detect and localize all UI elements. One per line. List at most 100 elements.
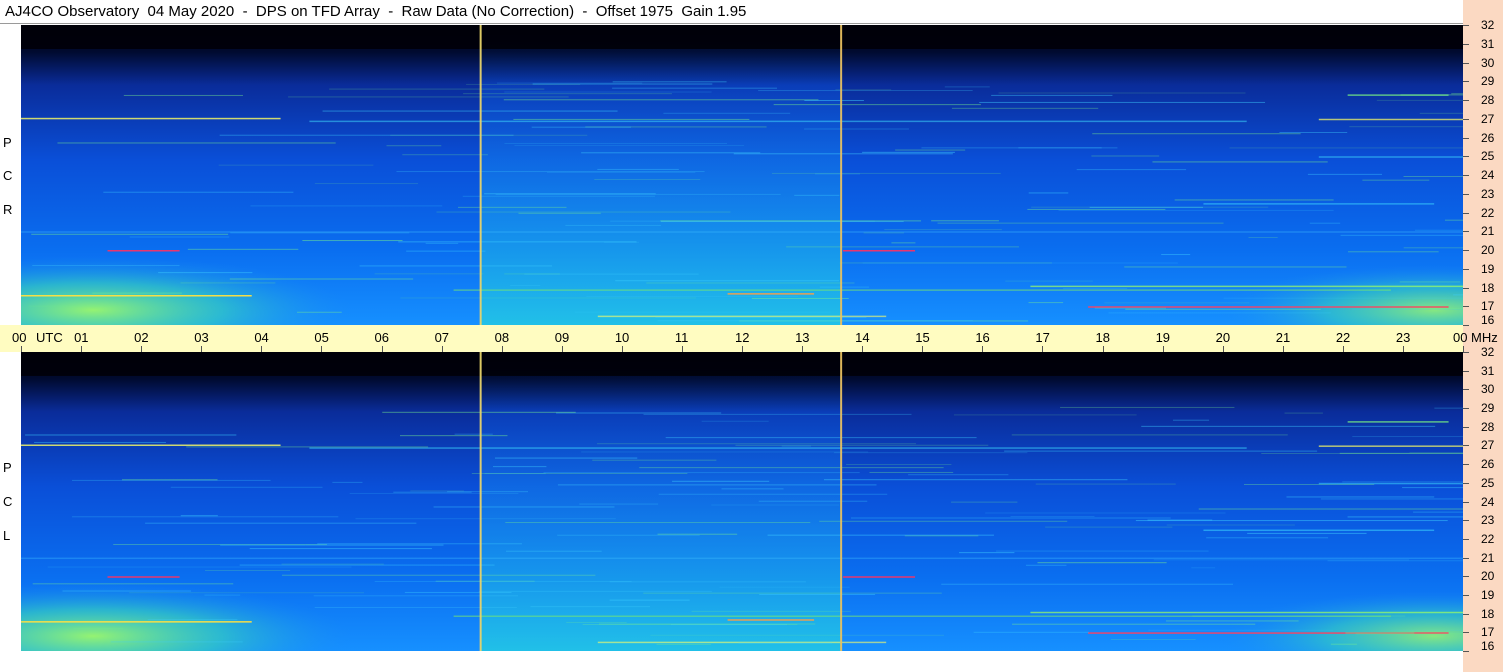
utc-tick-mark	[81, 346, 82, 352]
utc-tick-mark	[382, 346, 383, 352]
frequency-tick-label: 21	[1481, 550, 1495, 565]
utc-tick-mark	[201, 346, 202, 352]
frequency-tick-label: 25	[1481, 149, 1495, 164]
utc-tick-mark	[742, 346, 743, 352]
mhz-axis-label: MHz	[1471, 330, 1498, 345]
frequency-tick-mark	[1463, 427, 1469, 428]
frequency-tick-mark	[1463, 63, 1469, 64]
frequency-tick-label: 28	[1481, 93, 1495, 107]
utc-tick-label: 07	[434, 330, 450, 345]
frequency-tick-mark	[1463, 175, 1469, 176]
lcp-letter-c: C	[3, 494, 13, 509]
utc-tick-label: 15	[915, 330, 930, 345]
lcp-letter-l: L	[3, 528, 11, 543]
rcp-letter-c: C	[3, 168, 13, 183]
utc-tick-label: 11	[674, 330, 689, 345]
frequency-tick-label: 28	[1481, 419, 1495, 434]
utc-tick-mark	[1283, 346, 1284, 352]
frequency-tick-label: 17	[1481, 625, 1495, 640]
frequency-tick-mark	[1463, 595, 1469, 596]
utc-tick-label: 08	[494, 330, 510, 345]
utc-tick-mark	[1223, 346, 1224, 352]
lcp-letter-p: P	[3, 460, 12, 475]
frequency-tick-label: 20	[1481, 569, 1495, 584]
utc-tick-label: 21	[1275, 330, 1291, 345]
frequency-tick-label: 26	[1481, 457, 1495, 472]
frequency-tick-label: 16	[1481, 639, 1495, 653]
utc-tick-mark	[502, 346, 503, 352]
frequency-tick-mark	[1463, 389, 1469, 390]
frequency-tick-mark	[1463, 119, 1469, 120]
frequency-tick-label: 30	[1481, 382, 1495, 397]
frequency-tick-label: 18	[1481, 606, 1495, 621]
utc-tick-mark	[922, 346, 923, 352]
utc-tick-mark	[1343, 346, 1344, 352]
frequency-tick-label: 26	[1481, 130, 1495, 145]
lcp-spectrogram	[21, 352, 1463, 651]
frequency-tick-label: 22	[1481, 531, 1495, 546]
frequency-tick-mark	[1463, 614, 1469, 615]
utc-tick-label: 03	[194, 330, 209, 345]
frequency-tick-label: 17	[1481, 299, 1495, 314]
utc-tick-label: 05	[314, 330, 329, 345]
frequency-tick-mark	[1463, 464, 1469, 465]
frequency-tick-mark	[1463, 325, 1469, 326]
utc-tick-label: 23	[1395, 330, 1411, 345]
frequency-tick-label: 31	[1481, 363, 1495, 378]
frequency-tick-mark	[1463, 194, 1469, 195]
frequency-tick-mark	[1463, 352, 1469, 353]
frequency-tick-mark	[1463, 269, 1469, 270]
frequency-tick-label: 21	[1481, 224, 1495, 239]
frequency-tick-mark	[1463, 520, 1469, 521]
utc-tick-label: 06	[374, 330, 389, 345]
frequency-tick-mark	[1463, 100, 1469, 101]
utc-time-axis	[0, 325, 1463, 352]
utc-tick-label: 02	[134, 330, 149, 345]
frequency-tick-mark	[1463, 445, 1469, 446]
frequency-tick-label: 29	[1481, 74, 1495, 89]
utc-tick-label: 18	[1095, 330, 1110, 345]
frequency-tick-label: 16	[1481, 313, 1495, 327]
frequency-tick-label: 24	[1481, 168, 1495, 182]
utc-tick-mark	[802, 346, 803, 352]
utc-tick-mark	[442, 346, 443, 352]
utc-tick-mark	[1403, 346, 1404, 352]
utc-tick-mark	[321, 346, 322, 352]
frequency-tick-mark	[1463, 156, 1469, 157]
frequency-tick-mark	[1463, 25, 1469, 26]
utc-tick-label: 14	[855, 330, 870, 345]
utc-tick-label: 04	[254, 330, 269, 345]
frequency-tick-mark	[1463, 502, 1469, 503]
utc-axis-label: UTC	[36, 330, 63, 345]
utc-tick-mark	[1103, 346, 1104, 352]
frequency-tick-mark	[1463, 408, 1469, 409]
frequency-tick-label: 32	[1481, 18, 1495, 32]
utc-tick-label: 20	[1215, 330, 1231, 345]
frequency-tick-label: 20	[1481, 243, 1495, 257]
utc-tick-mark	[261, 346, 262, 352]
frequency-tick-label: 22	[1481, 205, 1495, 220]
utc-tick-mark	[1042, 346, 1043, 352]
utc-tick-label: 16	[975, 330, 990, 345]
utc-tick-label: 12	[735, 330, 750, 345]
frequency-tick-mark	[1463, 213, 1469, 214]
frequency-tick-mark	[1463, 250, 1469, 251]
frequency-tick-label: 29	[1481, 401, 1495, 416]
utc-tick-label: 09	[554, 330, 570, 345]
frequency-tick-label: 30	[1481, 55, 1495, 70]
frequency-tick-label: 25	[1481, 475, 1495, 490]
frequency-tick-mark	[1463, 632, 1469, 633]
frequency-tick-label: 31	[1481, 36, 1495, 51]
rcp-letter-r: R	[3, 202, 13, 217]
frequency-tick-mark	[1463, 288, 1469, 289]
frequency-tick-label: 27	[1481, 438, 1495, 453]
utc-tick-mark	[21, 346, 22, 352]
frequency-tick-mark	[1463, 306, 1469, 307]
utc-tick-mark	[622, 346, 623, 352]
frequency-tick-mark	[1463, 558, 1469, 559]
utc-tick-mark	[562, 346, 563, 352]
frequency-tick-label: 32	[1481, 345, 1495, 359]
chart-title: AJ4CO Observatory 04 May 2020 - DPS on T…	[5, 3, 747, 20]
frequency-tick-label: 19	[1481, 261, 1495, 276]
utc-tick-label: 22	[1335, 330, 1351, 345]
